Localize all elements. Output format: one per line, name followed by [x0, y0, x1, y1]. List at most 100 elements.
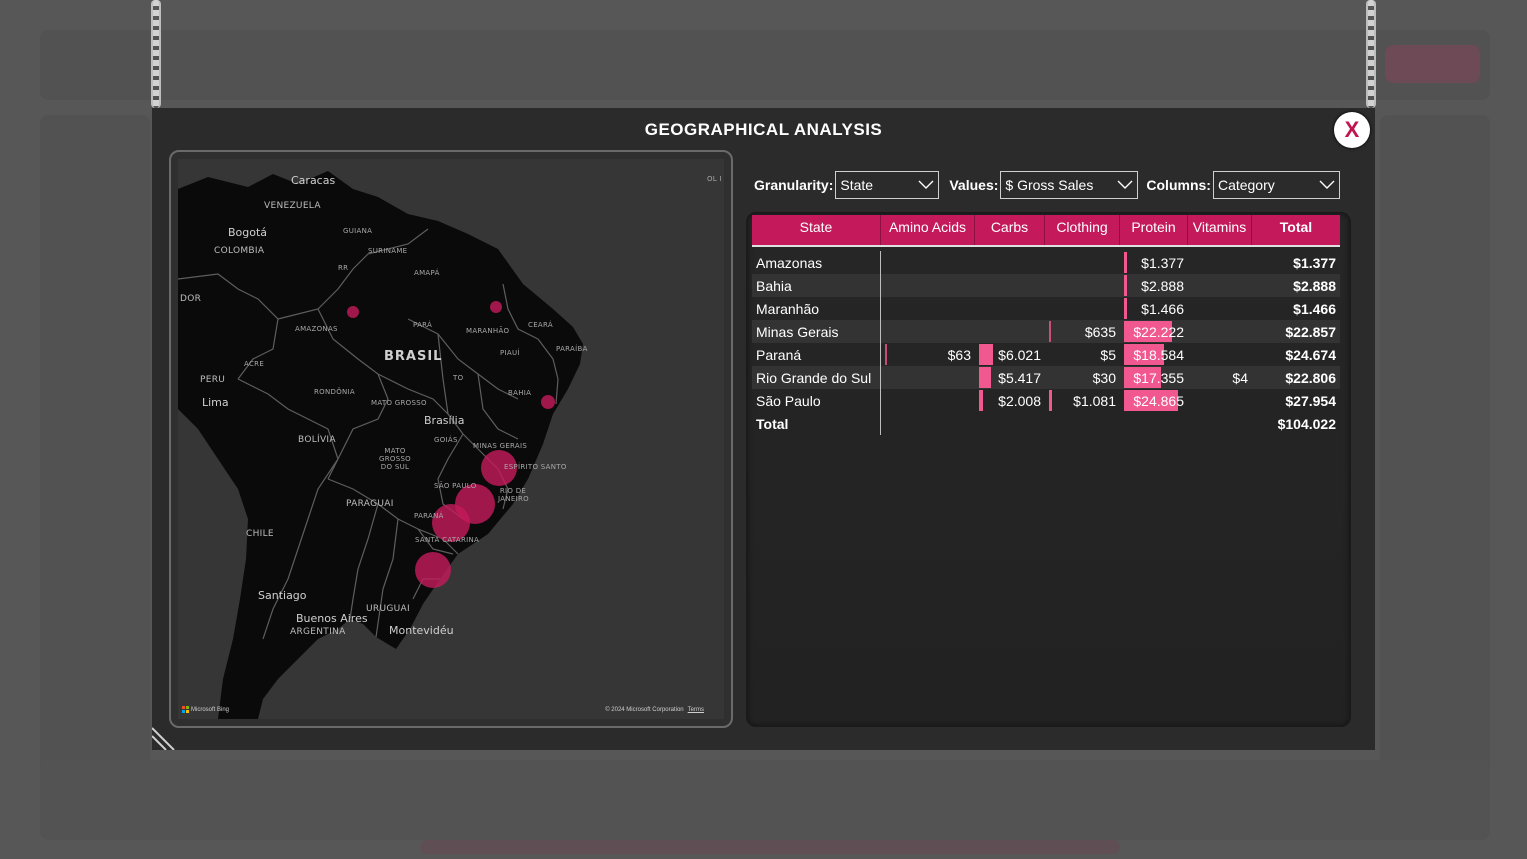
cell-state: Maranhão — [752, 297, 881, 320]
map-label-paraiba: PARAÍBA — [556, 345, 588, 353]
values-dropdown[interactable]: $ Gross Sales — [1000, 171, 1139, 199]
map-label-mato-grosso: MATO GROSSO — [371, 399, 427, 407]
cell-vitamins — [1188, 320, 1252, 343]
cell-carbs: $2.008 — [975, 389, 1045, 412]
table-row[interactable]: Paraná $63 $6.021 $5 $18.584 $24.674 — [752, 343, 1340, 366]
bing-attribution-text: Microsoft Bing — [191, 706, 230, 713]
map-label-ceara: CEARÁ — [528, 321, 553, 329]
cell-total: $1.466 — [1293, 300, 1336, 317]
bubble-bahia — [541, 395, 555, 409]
map-label-lima: Lima — [202, 396, 229, 409]
cell-amino-acids: $63 — [881, 343, 975, 366]
column-header-amino-acids[interactable]: Amino Acids — [881, 215, 975, 245]
cell-amino-acids — [881, 366, 975, 389]
cell-clothing: $5 — [1100, 346, 1116, 363]
cell-state: Rio Grande do Sul — [752, 366, 881, 389]
table-row[interactable]: Maranhão $1.466 $1.466 — [752, 297, 1340, 320]
bg-header-strip — [40, 30, 1490, 100]
column-header-protein[interactable]: Protein — [1120, 215, 1188, 245]
left-chain — [151, 0, 161, 108]
column-header-carbs[interactable]: Carbs — [975, 215, 1045, 245]
cell-vitamins — [1188, 343, 1252, 366]
columns-label: Columns: — [1146, 177, 1211, 193]
columns-dropdown[interactable]: Category — [1212, 171, 1340, 199]
map-label-to: TO — [453, 374, 464, 382]
cell-protein: $17.355 — [1120, 366, 1188, 389]
map-label-bahia: BAHIA — [508, 389, 532, 397]
chevron-down-icon — [1319, 180, 1335, 189]
cell-clothing — [1045, 251, 1120, 274]
cell-amino-acids — [881, 389, 975, 412]
map-label-venezuela: VENEZUELA — [264, 201, 321, 211]
map-label-montevideu: Montevidéu — [389, 624, 454, 637]
map-label-espirito-santo: ESPÍRITO SANTO — [504, 463, 567, 471]
bubble-maranhao — [490, 301, 502, 313]
map-label-suriname: SURINAME — [368, 247, 408, 255]
chevron-down-icon — [918, 180, 934, 189]
map-label-maranhao: MARANHÃO — [466, 327, 510, 335]
terms-link[interactable]: Terms — [688, 707, 704, 713]
cell-vitamins: $4 — [1232, 369, 1248, 386]
cell-total: $27.954 — [1285, 392, 1336, 409]
map-label-goias: GOIÁS — [434, 436, 458, 444]
map-label-caracas: Caracas — [291, 174, 336, 187]
map-visual[interactable]: Caracas VENEZUELA Bogotá COLOMBIA GUIANA… — [178, 159, 724, 719]
table-row[interactable]: Bahia $2.888 $2.888 — [752, 274, 1340, 297]
cell-protein — [1120, 412, 1188, 435]
table-row[interactable]: Amazonas $1.377 $1.377 — [752, 251, 1340, 274]
table-total-row[interactable]: Total $104.022 — [752, 412, 1340, 435]
cell-protein: $18.584 — [1120, 343, 1188, 366]
cell-total: $24.674 — [1285, 346, 1336, 363]
table-row[interactable]: Rio Grande do Sul $5.417 $30 $17.355 $4 … — [752, 366, 1340, 389]
bg-bottom-strip — [40, 760, 1490, 840]
cell-state: Total — [752, 412, 881, 435]
column-header-vitamins[interactable]: Vitamins — [1188, 215, 1252, 245]
cell-protein: $2.888 — [1120, 274, 1188, 297]
cell-clothing: $1.081 — [1045, 389, 1120, 412]
map-label-minas-gerais: MINAS GERAIS — [473, 442, 528, 450]
values-label: Values: — [949, 177, 999, 193]
granularity-dropdown[interactable]: State — [835, 171, 940, 199]
modal-title: GEOGRAPHICAL ANALYSIS — [644, 120, 883, 139]
cell-state: São Paulo — [752, 389, 881, 412]
close-button[interactable]: X — [1334, 112, 1370, 148]
cell-carbs: $5.417 — [975, 366, 1045, 389]
map-label-amazonas: AMAZONAS — [295, 325, 338, 333]
cell-total: $1.377 — [1293, 254, 1336, 271]
cell-vitamins — [1188, 297, 1252, 320]
map-label-sao-paulo: SÃO PAULO — [434, 482, 477, 490]
map-label-colombia: COLOMBIA — [214, 246, 265, 256]
map-label-para: PARÁ — [413, 321, 433, 329]
cell-state: Amazonas — [752, 251, 881, 274]
cell-protein: $22.222 — [1120, 320, 1188, 343]
table-row[interactable]: Minas Gerais $635 $22.222 $22.857 — [752, 320, 1340, 343]
resize-handle-icon[interactable] — [152, 722, 180, 750]
column-header-total[interactable]: Total — [1252, 215, 1340, 245]
table-header: State Amino Acids Carbs Clothing Protein… — [752, 215, 1340, 247]
cell-carbs — [975, 274, 1045, 297]
geographical-analysis-modal: GEOGRAPHICAL ANALYSIS X Caracas VENEZUEL… — [152, 108, 1375, 750]
map-label-rio-janeiro: RIO DE JANEIRO — [498, 487, 529, 503]
matrix-table: State Amino Acids Carbs Clothing Protein… — [746, 212, 1351, 727]
column-header-state[interactable]: State — [752, 215, 881, 245]
cell-clothing: $30 — [1092, 369, 1116, 386]
cell-total: $2.888 — [1293, 277, 1336, 294]
cell-carbs — [975, 297, 1045, 320]
cell-carbs — [975, 320, 1045, 343]
table-row[interactable]: São Paulo $2.008 $1.081 $24.865 $27.954 — [752, 389, 1340, 412]
filter-bar: Granularity: State Values: $ Gross Sales… — [754, 171, 1340, 199]
cell-amino-acids — [881, 320, 975, 343]
chevron-down-icon — [1117, 180, 1133, 189]
map-label-mato-grosso-sul: MATO GROSSO DO SUL — [379, 447, 411, 471]
map-label-amapa: AMAPÁ — [414, 269, 440, 277]
map-label-uruguai: URUGUAI — [366, 604, 410, 614]
map-label-santiago: Santiago — [258, 589, 307, 602]
bg-right-panel — [1380, 115, 1490, 815]
map-label-bolivia: BOLÍVIA — [298, 435, 336, 445]
map-label-rondonia: RONDÔNIA — [314, 388, 355, 396]
map-label-buenos-aires: Buenos Aires — [296, 612, 368, 625]
cell-total: $104.022 — [1277, 415, 1336, 432]
map-label-rr: RR — [338, 264, 349, 272]
column-header-clothing[interactable]: Clothing — [1045, 215, 1120, 245]
cell-carbs: $6.021 — [975, 343, 1045, 366]
